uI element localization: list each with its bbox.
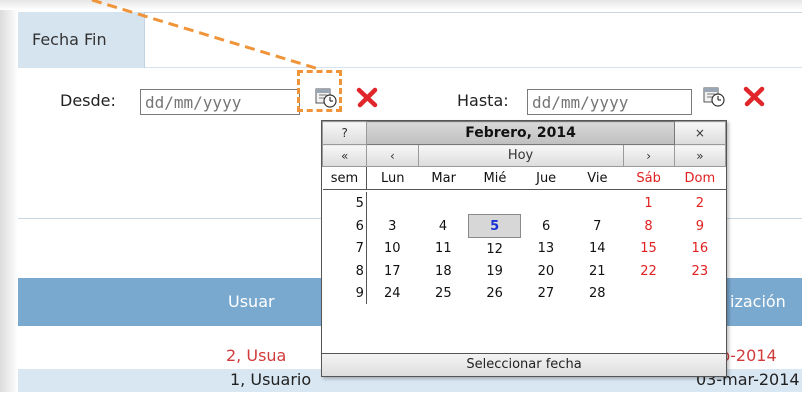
calendar-empty-cell [366, 192, 417, 215]
calendar-day[interactable]: 14 [572, 238, 623, 261]
calendar-popup: ? Febrero, 2014 × « ‹ Hoy › » sem Lun Ma… [321, 120, 727, 377]
calendar-empty-cell [674, 282, 725, 304]
calendar-day[interactable]: 28 [572, 282, 623, 304]
calendar-day[interactable]: 9 [674, 215, 725, 238]
calendar-day[interactable]: 10 [366, 238, 417, 261]
legend-divider [145, 67, 802, 68]
calendar-week-row: 9 24 25 26 27 28 [322, 282, 726, 304]
week-number: 7 [322, 237, 367, 260]
row-user: 2, Usua [226, 346, 287, 365]
annotation-highlight-box [297, 70, 342, 112]
calendar-help-button[interactable]: ? [321, 121, 368, 145]
calendar-day-today[interactable]: 5 [468, 214, 521, 238]
calendar-month-title: Febrero, 2014 [366, 121, 675, 145]
calendar-day[interactable]: 18 [418, 260, 469, 282]
day-name: Lun [366, 166, 419, 190]
panel-shadow-top [0, 0, 802, 10]
hasta-clear-icon[interactable] [743, 85, 765, 107]
calendar-day[interactable]: 26 [469, 282, 520, 304]
calendar-day[interactable]: 13 [520, 238, 571, 261]
calendar-day[interactable]: 25 [418, 282, 469, 304]
calendar-day[interactable]: 7 [572, 215, 623, 238]
calendar-day[interactable]: 27 [520, 282, 571, 304]
calendar-next-month-button[interactable]: › [622, 144, 675, 167]
header-actualizacion[interactable]: ización [730, 289, 786, 315]
calendar-day[interactable]: 15 [623, 238, 674, 261]
calendar-day[interactable]: 17 [366, 260, 417, 282]
calendar-day[interactable]: 6 [520, 215, 571, 238]
calendar-day[interactable]: 8 [623, 215, 674, 238]
calendar-day[interactable]: 2 [674, 192, 725, 215]
day-name: Jue [520, 166, 572, 190]
calendar-day[interactable]: 19 [469, 260, 520, 282]
calendar-day[interactable]: 21 [572, 260, 623, 282]
calendar-close-button[interactable]: × [673, 121, 727, 145]
calendar-day[interactable]: 22 [623, 260, 674, 282]
hasta-date-input[interactable] [527, 89, 692, 115]
week-column-header: sem [322, 166, 368, 190]
calendar-day[interactable]: 16 [674, 238, 725, 261]
calendar-empty-cell [418, 192, 469, 215]
calendar-next-year-button[interactable]: » [673, 144, 727, 167]
calendar-week-row: 7 10 11 12 13 14 15 16 [322, 237, 726, 261]
fieldset-legend: Fecha Fin [18, 12, 145, 68]
calendar-days-grid: 5 1 2 6 3 4 5 6 7 8 9 7 10 11 12 13 14 15 16 8 17 18 19 20 21 22 2… [322, 192, 726, 304]
day-name: Mié [469, 166, 521, 190]
calendar-empty-cell [520, 192, 571, 215]
desde-date-input[interactable] [140, 89, 300, 115]
week-number: 8 [322, 260, 367, 282]
calendar-empty-cell [469, 192, 520, 215]
desde-clear-icon[interactable] [356, 86, 378, 108]
panel-shadow-left [0, 0, 18, 392]
calendar-day[interactable]: 24 [366, 282, 417, 304]
calendar-day[interactable]: 3 [366, 215, 417, 238]
week-number: 6 [322, 214, 367, 238]
calendar-today-button[interactable]: Hoy [417, 144, 624, 167]
day-name: Sáb [623, 166, 675, 190]
calendar-status-bar: Seleccionar fecha [322, 353, 726, 376]
hasta-label: Hasta: [457, 91, 509, 110]
day-name: Mar [418, 166, 470, 190]
calendar-day[interactable]: 4 [418, 215, 469, 238]
calendar-day[interactable]: 12 [469, 238, 520, 261]
calendar-day[interactable]: 11 [418, 238, 469, 261]
calendar-week-row: 5 12 [322, 192, 726, 215]
calendar-empty-cell [623, 282, 674, 304]
desde-label: Desde: [60, 91, 116, 110]
header-usuario[interactable]: Usuar [228, 289, 275, 315]
hasta-calendar-icon[interactable] [703, 85, 725, 107]
calendar-prev-month-button[interactable]: ‹ [366, 144, 419, 167]
week-number: 9 [322, 282, 367, 304]
calendar-day[interactable]: 1 [623, 192, 674, 215]
calendar-prev-year-button[interactable]: « [321, 144, 368, 167]
calendar-empty-cell [572, 192, 623, 215]
calendar-day[interactable]: 23 [674, 260, 725, 282]
week-number: 5 [322, 192, 367, 215]
day-name: Vie [571, 166, 623, 190]
row-user: 1, Usuario [230, 370, 312, 389]
row-date: b-2014 [720, 346, 777, 365]
day-name: Dom [674, 166, 726, 190]
calendar-week-row: 63456789 [322, 214, 726, 238]
calendar-week-row: 8 17 18 19 20 21 22 23 [322, 260, 726, 282]
calendar-day[interactable]: 20 [520, 260, 571, 282]
